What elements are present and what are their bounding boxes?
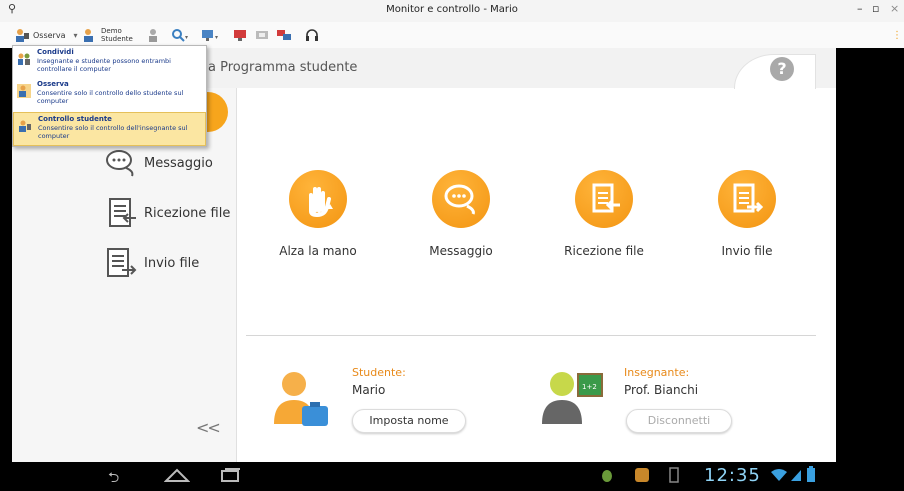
chat-bubbles-icon	[432, 170, 490, 228]
sidebar-item-invio-file[interactable]: Invio file	[104, 246, 199, 280]
sidebar-item-label: Ricezione file	[144, 205, 231, 221]
chat-bubbles-icon	[106, 150, 134, 177]
right-margin	[836, 48, 904, 462]
demo-student-button[interactable]: Demo Studente	[82, 25, 133, 45]
app-title-partial: a	[208, 60, 216, 75]
app-title-text: Programma studente	[220, 60, 358, 75]
battery-icon	[807, 466, 815, 482]
menu-item-desc: Consentire solo il controllo dello stude…	[37, 89, 184, 105]
left-margin	[0, 48, 12, 462]
headphones-icon	[306, 29, 318, 41]
hand-icon	[289, 170, 347, 228]
app-title: a Programma studente	[208, 60, 357, 75]
mode-dropdown[interactable]: Osserva ▾	[14, 25, 78, 45]
zoom-tool-button[interactable]: ▾	[170, 25, 190, 45]
restore-button[interactable]: ▫	[872, 2, 879, 15]
sidebar-item-ricezione-file[interactable]: Ricezione file	[104, 196, 230, 230]
action-invio-file[interactable]: Invio file	[697, 170, 797, 258]
menu-item-desc: Insegnante e studente possono entrambi c…	[37, 57, 171, 73]
student-control-icon	[19, 120, 31, 132]
svg-text:▾: ▾	[215, 34, 218, 41]
action-messaggio[interactable]: Messaggio	[411, 170, 511, 258]
teacher-name: Prof. Bianchi	[624, 383, 699, 397]
menu-item-title: Controllo studente	[38, 115, 112, 123]
status-clock: 12:35	[704, 465, 761, 486]
disconnect-button[interactable]: Disconnetti	[626, 409, 732, 433]
android-icon	[602, 470, 612, 482]
user-tool-button[interactable]	[146, 25, 162, 45]
menu-item-desc: Consentire solo il controllo dell'insegn…	[38, 124, 188, 140]
screen-icon	[256, 31, 268, 39]
action-label: Invio file	[721, 244, 773, 258]
observe-icon	[17, 84, 31, 98]
student-role-label: Studente:	[352, 366, 406, 379]
window-title: Monitor e controllo - Mario	[386, 4, 518, 15]
sidebar-item-label: Messaggio	[144, 155, 213, 171]
observe-icon	[16, 29, 29, 42]
sidebar-item-messaggio[interactable]: Messaggio	[104, 146, 213, 180]
share-icon	[18, 53, 30, 65]
audio-button[interactable]	[304, 25, 320, 45]
action-ricezione-file[interactable]: Ricezione file	[554, 170, 654, 258]
help-button[interactable]: ?	[770, 57, 794, 81]
menu-item-title: Condividi	[37, 48, 74, 56]
recent-apps-icon[interactable]	[220, 467, 242, 483]
screens-transfer-icon	[277, 30, 291, 40]
send-file-icon	[107, 248, 137, 277]
chevron-down-icon: ▾	[73, 30, 78, 40]
monitor-arrow-icon: ▾	[202, 30, 218, 41]
menu-item-controllo-studente[interactable]: Controllo studente Consentire solo il co…	[13, 112, 206, 146]
demo-student-icon	[84, 29, 93, 42]
window-titlebar: ⚲ Monitor e controllo - Mario – ▫ ×	[0, 0, 904, 23]
lock-screen-button[interactable]	[254, 25, 270, 45]
app-notification-icon	[635, 468, 649, 482]
demo-label-line2: Studente	[101, 35, 133, 43]
red-screen-icon	[234, 30, 246, 41]
signal-icon	[791, 470, 801, 481]
collapse-sidebar-button[interactable]: <<	[196, 418, 221, 437]
mode-label: Osserva	[33, 30, 66, 40]
send-file-icon	[718, 170, 776, 228]
svg-text:1+2: 1+2	[582, 383, 597, 391]
user-gray-icon	[149, 29, 157, 42]
transfer-button[interactable]	[276, 25, 292, 45]
demo-label-line1: Demo	[101, 27, 122, 35]
screen-tool-button[interactable]: ▾	[200, 25, 222, 45]
receive-file-icon	[109, 198, 136, 227]
broadcast-button[interactable]	[232, 25, 248, 45]
sidebar-item-label: Invio file	[144, 255, 200, 271]
wifi-icon	[771, 469, 787, 481]
minimize-button[interactable]: –	[857, 2, 863, 15]
student-name: Mario	[352, 383, 386, 397]
menu-item-osserva[interactable]: Osserva Consentire solo il controllo del…	[13, 78, 206, 110]
action-label: Alza la mano	[279, 244, 357, 258]
magnifier-icon: ▾	[172, 29, 188, 42]
sd-card-icon	[669, 467, 679, 483]
teacher-avatar-icon: 1+2	[542, 372, 603, 424]
set-name-button[interactable]: Imposta nome	[352, 409, 466, 433]
teacher-role-label: Insegnante:	[624, 366, 690, 379]
mode-dropdown-menu: Condividi Insegnante e studente possono …	[12, 45, 207, 147]
student-avatar-icon	[274, 372, 328, 426]
home-icon[interactable]	[164, 468, 190, 482]
svg-text:▾: ▾	[185, 34, 188, 41]
receive-file-icon	[575, 170, 633, 228]
more-options-icon[interactable]: ⋮	[892, 25, 902, 45]
back-icon[interactable]: ⮌	[108, 467, 119, 491]
action-label: Ricezione file	[564, 244, 644, 258]
action-label: Messaggio	[429, 244, 493, 258]
menu-item-condividi[interactable]: Condividi Insegnante e studente possono …	[13, 46, 206, 78]
menu-item-title: Osserva	[37, 80, 69, 88]
close-button[interactable]: ×	[890, 2, 899, 15]
android-navbar: ⮌	[0, 462, 904, 488]
action-alza-la-mano[interactable]: Alza la mano	[268, 170, 368, 258]
divider	[246, 335, 816, 336]
